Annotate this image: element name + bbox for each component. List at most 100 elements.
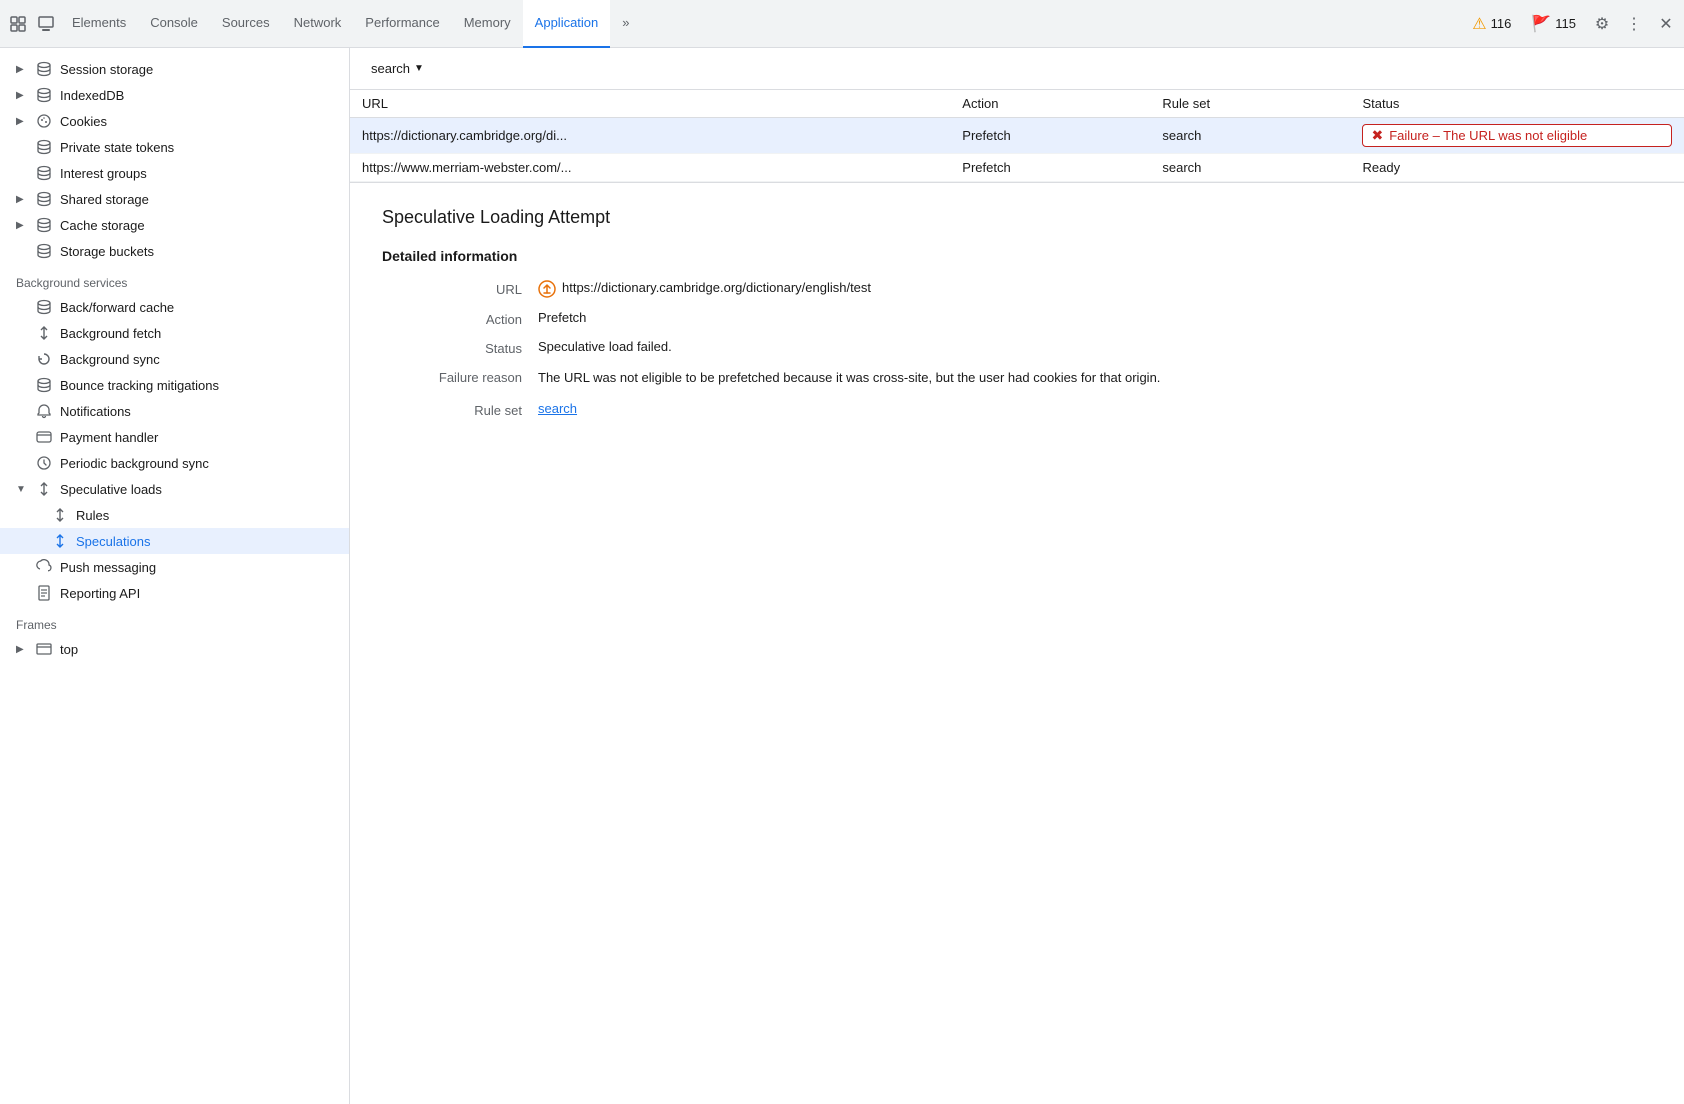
sidebar-item-cache-storage[interactable]: ▶ Cache storage [0, 212, 349, 238]
tab-application[interactable]: Application [523, 0, 611, 48]
error-icon: 🚩 [1531, 14, 1551, 34]
more-options-button[interactable]: ⋮ [1620, 10, 1648, 38]
sidebar-item-payment-handler[interactable]: ▶ Payment handler [0, 424, 349, 450]
col-header-url: URL [350, 90, 950, 118]
speculations-table: URL Action Rule set Status https://dicti… [350, 90, 1684, 182]
sidebar-item-rules[interactable]: ▶ Rules [0, 502, 349, 528]
tab-bar-right: ⚠ 116 🚩 115 ⚙ ⋮ ✕ [1464, 10, 1680, 38]
cell-status: ✖Failure – The URL was not eligible [1350, 118, 1684, 154]
arrow-icon: ▶ [16, 194, 28, 205]
db-icon [36, 243, 52, 259]
card-icon [36, 429, 52, 445]
doc-icon [36, 585, 52, 601]
url-label: URL [382, 280, 522, 298]
sidebar-item-session-storage[interactable]: ▶ Session storage [0, 56, 349, 82]
status-label: Status [382, 339, 522, 356]
db-icon [36, 165, 52, 181]
cell-ruleset: search [1150, 154, 1350, 182]
cloud-icon [36, 559, 52, 575]
db-icon [36, 61, 52, 77]
error-badge[interactable]: 🚩 115 [1523, 12, 1584, 36]
ruleset-label: Rule set [382, 401, 522, 418]
db-icon [36, 299, 52, 315]
sidebar-item-background-sync[interactable]: ▶ Background sync [0, 346, 349, 372]
arrow-icon: ▶ [16, 644, 28, 655]
cookie-icon [36, 113, 52, 129]
tab-bar-left: Elements Console Sources Network Perform… [4, 0, 642, 48]
sidebar-item-notifications[interactable]: ▶ Notifications [0, 398, 349, 424]
bg-services-label: Background services [0, 264, 349, 294]
arrow-icon: ▶ [16, 220, 28, 231]
sidebar-item-private-state-tokens[interactable]: ▶ Private state tokens [0, 134, 349, 160]
tab-memory[interactable]: Memory [452, 0, 523, 48]
db-icon [36, 377, 52, 393]
sidebar-item-speculative-loads[interactable]: ▼ Speculative loads [0, 476, 349, 502]
cell-action: Prefetch [950, 154, 1150, 182]
search-dropdown[interactable]: search ▼ [362, 56, 433, 81]
frame-icon [36, 641, 52, 657]
db-icon [36, 139, 52, 155]
sidebar-item-interest-groups[interactable]: ▶ Interest groups [0, 160, 349, 186]
frames-label: Frames [0, 606, 349, 636]
tab-overflow[interactable]: » [610, 0, 641, 48]
db-icon [36, 87, 52, 103]
sidebar-item-push-messaging[interactable]: ▶ Push messaging [0, 554, 349, 580]
cell-ruleset: search [1150, 118, 1350, 154]
action-label: Action [382, 310, 522, 327]
sidebar-item-periodic-bg-sync[interactable]: ▶ Periodic background sync [0, 450, 349, 476]
sidebar-item-indexeddb[interactable]: ▶ IndexedDB [0, 82, 349, 108]
db-icon [36, 191, 52, 207]
search-bar: search ▼ [350, 48, 1684, 90]
sidebar-item-background-fetch[interactable]: ▶ Background fetch [0, 320, 349, 346]
warning-badge[interactable]: ⚠ 116 [1464, 12, 1519, 36]
tab-console[interactable]: Console [138, 0, 210, 48]
clock-icon [36, 455, 52, 471]
sidebar: ▶ Session storage ▶ IndexedDB ▶ Cookies … [0, 48, 350, 1104]
col-header-ruleset: Rule set [1150, 90, 1350, 118]
sidebar-item-storage-buckets[interactable]: ▶ Storage buckets [0, 238, 349, 264]
close-button[interactable]: ✕ [1652, 10, 1680, 38]
detail-title: Speculative Loading Attempt [382, 207, 1652, 228]
detail-grid: URL https://dictionary.cambridge.org/dic… [382, 280, 1652, 418]
cell-status: Ready [1350, 154, 1684, 182]
cell-action: Prefetch [950, 118, 1150, 154]
col-header-status: Status [1350, 90, 1684, 118]
failure-reason-value: The URL was not eligible to be prefetche… [538, 368, 1652, 389]
action-value: Prefetch [538, 310, 1652, 327]
arrow-icon: ▶ [16, 64, 28, 75]
table-wrapper: URL Action Rule set Status https://dicti… [350, 90, 1684, 182]
sidebar-item-speculations[interactable]: ▶ Speculations [0, 528, 349, 554]
inspect-icon[interactable] [32, 10, 60, 38]
tab-elements[interactable]: Elements [60, 0, 138, 48]
sidebar-item-bounce-tracking[interactable]: ▶ Bounce tracking mitigations [0, 372, 349, 398]
warning-icon: ⚠ [1472, 14, 1486, 34]
sync-icon [36, 351, 52, 367]
sidebar-item-top[interactable]: ▶ top [0, 636, 349, 662]
devtools-icon[interactable] [4, 10, 32, 38]
url-value: https://dictionary.cambridge.org/diction… [538, 280, 1652, 298]
updown-icon [52, 533, 68, 549]
main-area: ▶ Session storage ▶ IndexedDB ▶ Cookies … [0, 48, 1684, 1104]
table-row[interactable]: https://www.merriam-webster.com/...Prefe… [350, 154, 1684, 182]
updown-icon [52, 507, 68, 523]
cell-url: https://dictionary.cambridge.org/di... [350, 118, 950, 154]
tab-bar: Elements Console Sources Network Perform… [0, 0, 1684, 48]
content-area: search ▼ URL Action Rule set Status http… [350, 48, 1684, 1104]
tab-network[interactable]: Network [282, 0, 354, 48]
updown-icon [36, 325, 52, 341]
failure-icon: ✖ [1371, 127, 1383, 144]
sidebar-item-backforward-cache[interactable]: ▶ Back/forward cache [0, 294, 349, 320]
arrow-icon: ▶ [16, 116, 28, 127]
sidebar-item-cookies[interactable]: ▶ Cookies [0, 108, 349, 134]
col-header-action: Action [950, 90, 1150, 118]
detail-panel: Speculative Loading Attempt Detailed inf… [350, 182, 1684, 1104]
db-icon [36, 217, 52, 233]
arrow-icon: ▼ [16, 484, 28, 495]
tab-sources[interactable]: Sources [210, 0, 282, 48]
tab-performance[interactable]: Performance [353, 0, 451, 48]
sidebar-item-reporting-api[interactable]: ▶ Reporting API [0, 580, 349, 606]
cell-url: https://www.merriam-webster.com/... [350, 154, 950, 182]
settings-button[interactable]: ⚙ [1588, 10, 1616, 38]
table-row[interactable]: https://dictionary.cambridge.org/di...Pr… [350, 118, 1684, 154]
sidebar-item-shared-storage[interactable]: ▶ Shared storage [0, 186, 349, 212]
